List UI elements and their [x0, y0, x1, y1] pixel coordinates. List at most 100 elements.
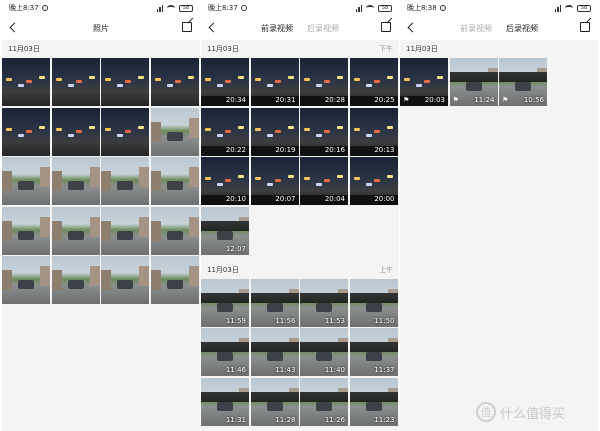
section-date: 11月03日 [207, 45, 239, 53]
front-video-panel: 晚上8:37 58 前录视频 后录视频 11月03日 下午 20:34 20:3… [201, 0, 399, 431]
video-thumb[interactable]: 11:26 [300, 377, 348, 426]
photo-grid [2, 58, 200, 304]
video-thumb[interactable]: ⚑ 11:24 [449, 58, 498, 106]
battery-icon: 58 [179, 4, 193, 12]
photo-thumb[interactable] [101, 157, 149, 205]
video-thumb[interactable]: 11:43 [250, 328, 299, 376]
video-thumb[interactable]: 11:31 [201, 377, 249, 426]
video-grid: 20:34 20:31 20:28 20:25 20:22 20:19 20:1… [201, 58, 399, 255]
photo-thumb[interactable] [2, 206, 50, 255]
video-time: 20:31 [275, 96, 296, 104]
video-time: 20:04 [324, 195, 345, 203]
edit-icon[interactable] [381, 22, 391, 32]
video-thumb[interactable]: 11:56 [250, 278, 299, 327]
wifi-icon [366, 5, 374, 11]
video-time: 20:19 [275, 145, 296, 154]
photo-thumb[interactable] [2, 107, 50, 156]
video-thumb[interactable]: 20:07 [250, 157, 299, 205]
video-thumb[interactable]: 20:10 [201, 157, 249, 205]
nav-bar: 前录视频 后录视频 [400, 16, 598, 40]
video-thumb[interactable]: 11:50 [349, 278, 398, 327]
video-time: 20:34 [225, 96, 246, 104]
video-thumb[interactable]: 20:22 [201, 107, 249, 156]
video-thumb[interactable]: 20:04 [300, 157, 348, 205]
watermark-logo-icon: 值 [476, 402, 496, 422]
video-thumb[interactable]: 20:34 [201, 58, 249, 106]
tab-front-video[interactable]: 前录视频 [460, 23, 492, 34]
photo-thumb[interactable] [101, 58, 149, 106]
rear-video-panel: 晚上8:38 58 前录视频 后录视频 11月03日 ⚑ 20:03 ⚑ 11:24… [400, 0, 598, 431]
photo-thumb[interactable] [51, 256, 100, 304]
back-icon[interactable] [208, 22, 219, 33]
video-thumb[interactable]: 11:53 [300, 278, 348, 327]
photo-thumb[interactable] [150, 107, 199, 156]
video-time: 20:25 [374, 96, 395, 104]
video-thumb[interactable]: 20:00 [349, 157, 398, 205]
video-thumb[interactable]: 20:19 [250, 107, 299, 156]
battery-icon: 58 [577, 4, 591, 12]
video-thumb[interactable]: 20:13 [349, 107, 398, 156]
photo-thumb[interactable] [150, 157, 199, 205]
alarm-icon [240, 5, 247, 11]
photo-thumb[interactable] [2, 58, 50, 106]
photo-thumb[interactable] [51, 157, 100, 205]
section-period: 下午 [379, 45, 393, 53]
video-time: 11:56 [275, 316, 296, 325]
edit-icon[interactable] [182, 22, 192, 32]
status-time: 晚上8:38 [407, 4, 437, 12]
photo-thumb[interactable] [2, 256, 50, 304]
video-time: 20:03 [424, 96, 445, 104]
video-time: 11:46 [225, 366, 246, 374]
back-icon[interactable] [9, 22, 20, 33]
video-thumb[interactable]: ⚑ 20:03 [400, 58, 448, 106]
status-time: 晚上8:37 [9, 4, 39, 12]
video-time: 11:59 [225, 316, 246, 325]
video-thumb[interactable]: ⚑ 10:56 [499, 58, 547, 106]
video-thumb[interactable]: 20:31 [250, 58, 299, 106]
photo-thumb[interactable] [101, 256, 149, 304]
flag-icon: ⚑ [502, 96, 509, 104]
video-thumb[interactable]: 11:46 [201, 328, 249, 376]
section-period: 上午 [379, 265, 393, 274]
signal-icon [554, 4, 561, 12]
photo-thumb[interactable] [150, 58, 199, 106]
battery-icon: 58 [378, 4, 392, 12]
video-thumb[interactable]: 20:28 [300, 58, 348, 106]
video-time: 11:31 [225, 415, 246, 424]
status-bar: 晚上8:38 58 [400, 0, 598, 16]
video-thumb[interactable]: 11:28 [250, 377, 299, 426]
video-thumb[interactable]: 11:23 [349, 377, 398, 426]
photo-thumb[interactable] [150, 256, 199, 304]
video-time: 11:50 [374, 316, 395, 325]
video-thumb[interactable]: 11:37 [349, 328, 398, 376]
section-header: 11月03日 [400, 40, 598, 58]
page-title: 照片 [93, 23, 109, 33]
video-thumb[interactable]: 11:59 [201, 278, 249, 327]
section-date: 11月03日 [207, 265, 239, 274]
tab-rear-video[interactable]: 后录视频 [506, 23, 538, 34]
video-thumb[interactable]: 12:07 [201, 206, 249, 255]
nav-bar: 照片 [2, 16, 200, 40]
photo-thumb[interactable] [51, 206, 100, 255]
section-date: 11月03日 [406, 45, 438, 53]
photo-thumb[interactable] [2, 157, 50, 205]
video-time: 20:07 [275, 195, 296, 203]
back-icon[interactable] [407, 22, 418, 33]
video-thumb[interactable]: 20:25 [349, 58, 398, 106]
flag-icon: ⚑ [403, 96, 410, 104]
photo-thumb[interactable] [51, 58, 100, 106]
photo-thumb[interactable] [150, 206, 199, 255]
photo-thumb[interactable] [101, 107, 149, 156]
edit-icon[interactable] [580, 22, 590, 32]
section-header: 11月03日 [2, 40, 200, 58]
video-thumb[interactable]: 20:16 [300, 107, 348, 156]
nav-bar: 前录视频 后录视频 [201, 16, 399, 40]
photo-thumb[interactable] [101, 206, 149, 255]
photo-thumb[interactable] [51, 107, 100, 156]
tab-front-video[interactable]: 前录视频 [261, 23, 293, 34]
signal-icon [355, 4, 362, 12]
section-header: 11月03日 上午 [201, 261, 399, 279]
video-thumb[interactable]: 11:40 [300, 328, 348, 376]
section-header: 11月03日 下午 [201, 40, 399, 58]
tab-rear-video[interactable]: 后录视频 [307, 23, 339, 34]
